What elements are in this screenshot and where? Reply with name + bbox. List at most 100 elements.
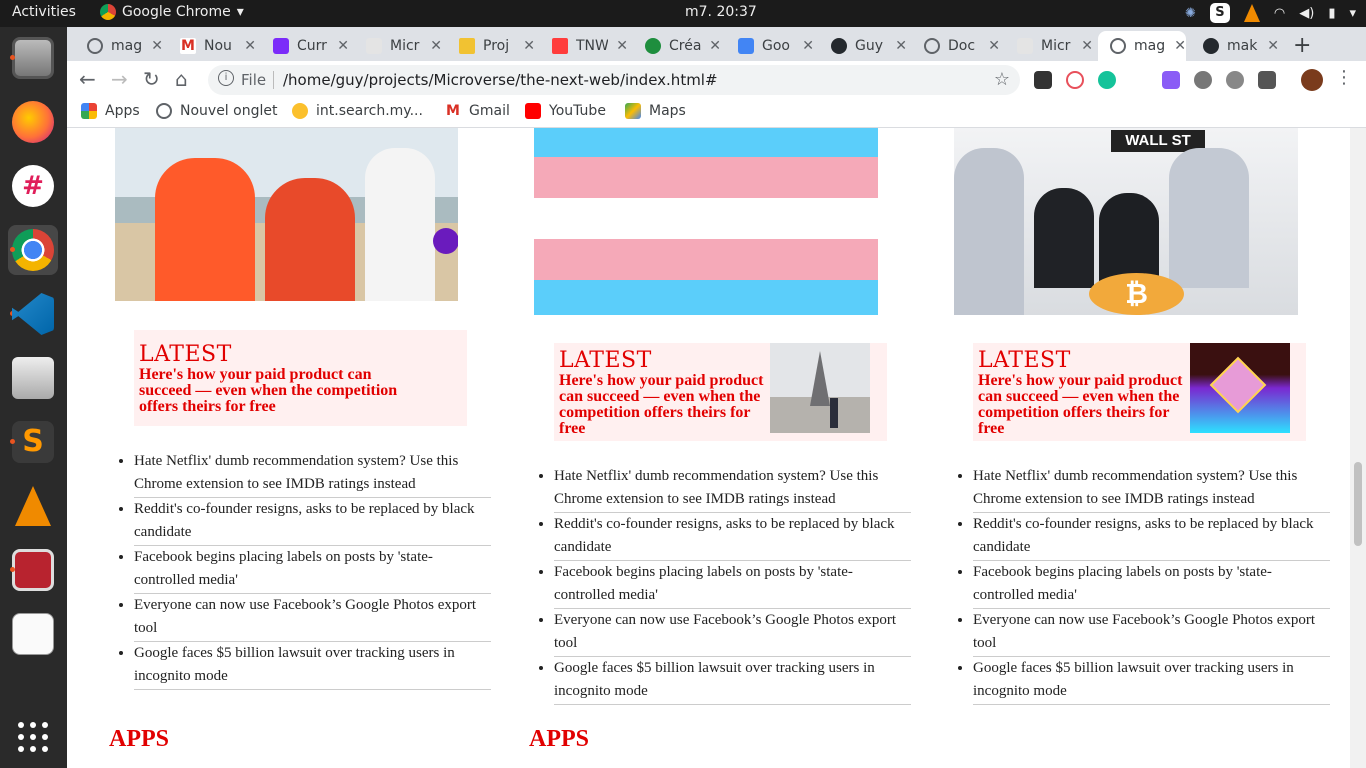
- skype-icon[interactable]: S: [1209, 3, 1230, 23]
- list-item[interactable]: Reddit's co-founder resigns, asks to be …: [554, 513, 911, 561]
- dock-item-sublime[interactable]: S: [8, 417, 58, 467]
- chevron-down-icon[interactable]: ▾: [1349, 6, 1356, 21]
- list-item[interactable]: Google faces $5 billion lawsuit over tra…: [973, 657, 1330, 705]
- info-icon[interactable]: i: [218, 70, 234, 86]
- forward-button[interactable]: →: [111, 67, 128, 91]
- close-icon[interactable]: ✕: [151, 38, 163, 54]
- tab[interactable]: mak ✕: [1191, 31, 1279, 61]
- close-icon[interactable]: ✕: [523, 38, 535, 54]
- dock-item-files[interactable]: [8, 33, 58, 83]
- extension-icon[interactable]: [1034, 71, 1052, 89]
- close-icon[interactable]: ✕: [430, 38, 442, 54]
- dock-item-firefox[interactable]: [8, 97, 58, 147]
- clock[interactable]: m7. 20:37: [685, 4, 757, 20]
- avatar[interactable]: [1301, 69, 1323, 91]
- app-menu[interactable]: Google Chrome ▾: [100, 4, 244, 20]
- list-item[interactable]: Facebook begins placing labels on posts …: [973, 561, 1330, 609]
- check-icon[interactable]: [1226, 71, 1244, 89]
- latest-headline[interactable]: Here's how your paid product can succeed…: [559, 373, 769, 437]
- crystal-thumbnail[interactable]: [1190, 343, 1290, 433]
- tab[interactable]: TNW ✕: [540, 31, 628, 61]
- close-icon[interactable]: ✕: [1267, 38, 1279, 54]
- reload-button[interactable]: ↻: [143, 67, 160, 91]
- list-item[interactable]: Everyone can now use Facebook’s Google P…: [134, 594, 491, 642]
- extension-icon[interactable]: [1066, 71, 1084, 89]
- tab[interactable]: Créa ✕: [633, 31, 721, 61]
- list-item[interactable]: Google faces $5 billion lawsuit over tra…: [134, 642, 491, 690]
- volume-icon[interactable]: ◀): [1299, 6, 1314, 21]
- list-item[interactable]: Google faces $5 billion lawsuit over tra…: [554, 657, 911, 705]
- dock-item-vlc[interactable]: [8, 481, 58, 531]
- address-bar[interactable]: i File /home/guy/projects/Microverse/the…: [208, 65, 1020, 95]
- dock-item-camera[interactable]: [8, 353, 58, 403]
- close-icon[interactable]: ✕: [1081, 38, 1093, 54]
- close-icon[interactable]: ✕: [895, 38, 907, 54]
- list-item[interactable]: Everyone can now use Facebook’s Google P…: [973, 609, 1330, 657]
- bookmark-search[interactable]: int.search.my...: [292, 103, 423, 119]
- wifi-icon[interactable]: ◠: [1274, 6, 1285, 21]
- dock-item-text-editor[interactable]: [8, 609, 58, 659]
- new-tab-button[interactable]: +: [1293, 33, 1311, 58]
- bug-icon[interactable]: [1194, 71, 1212, 89]
- tab[interactable]: Doc ✕: [912, 31, 1000, 61]
- article-photo[interactable]: WALL ST ₿: [954, 128, 1298, 315]
- activities-button[interactable]: Activities: [12, 4, 76, 20]
- close-icon[interactable]: ✕: [337, 38, 349, 54]
- latest-card[interactable]: LATEST Here's how your paid product can …: [554, 343, 887, 441]
- bookmark-apps[interactable]: Apps: [81, 103, 140, 119]
- dock-item-slack[interactable]: #: [8, 161, 58, 211]
- scrollbar-thumb[interactable]: [1354, 462, 1362, 546]
- tab[interactable]: M Nou ✕: [168, 31, 256, 61]
- list-item[interactable]: Facebook begins placing labels on posts …: [554, 561, 911, 609]
- list-item[interactable]: Everyone can now use Facebook’s Google P…: [554, 609, 911, 657]
- extension-icon[interactable]: [1258, 71, 1276, 89]
- tab[interactable]: Micr ✕: [1005, 31, 1093, 61]
- system-tray[interactable]: ✺ S ◠ ◀) ▮ ▾: [1185, 3, 1356, 23]
- list-item[interactable]: Reddit's co-founder resigns, asks to be …: [134, 498, 491, 546]
- list-item[interactable]: Hate Netflix' dumb recommendation system…: [554, 465, 911, 513]
- close-icon[interactable]: ✕: [802, 38, 814, 54]
- tab[interactable]: Curr ✕: [261, 31, 349, 61]
- url-text[interactable]: /home/guy/projects/Microverse/the-next-w…: [283, 71, 718, 89]
- back-button[interactable]: ←: [79, 67, 96, 91]
- bookmark-star-icon[interactable]: ☆: [994, 69, 1010, 90]
- battery-icon[interactable]: ▮: [1328, 6, 1335, 21]
- bookmark-new-tab[interactable]: Nouvel onglet: [156, 103, 277, 119]
- tab[interactable]: Guy ✕: [819, 31, 907, 61]
- close-icon[interactable]: ✕: [709, 38, 721, 54]
- page-scrollbar[interactable]: [1350, 128, 1366, 768]
- latest-headline[interactable]: Here's how your paid product can succeed…: [978, 373, 1188, 437]
- list-item[interactable]: Facebook begins placing labels on posts …: [134, 546, 491, 594]
- tab[interactable]: mag ✕: [75, 31, 163, 61]
- weather-icon[interactable]: ✺: [1185, 6, 1196, 21]
- dock-item-vscode[interactable]: [8, 289, 58, 339]
- bookmark-gmail[interactable]: M Gmail: [445, 103, 510, 119]
- latest-card[interactable]: LATEST Here's how your paid product can …: [973, 343, 1306, 441]
- dock-item-chrome[interactable]: [8, 225, 58, 275]
- extension-icon[interactable]: [1162, 71, 1180, 89]
- tab[interactable]: Goo ✕: [726, 31, 814, 61]
- menu-icon[interactable]: ⋮: [1335, 67, 1353, 88]
- article-photo[interactable]: [115, 128, 458, 301]
- latest-card[interactable]: LATEST Here's how your paid product can …: [134, 330, 467, 426]
- bookmark-youtube[interactable]: YouTube: [525, 103, 606, 119]
- grammarly-icon[interactable]: [1098, 71, 1116, 89]
- list-item[interactable]: Hate Netflix' dumb recommendation system…: [134, 450, 491, 498]
- dock-item-terminal[interactable]: [8, 545, 58, 595]
- vlc-tray-icon[interactable]: [1243, 4, 1260, 22]
- tab-active[interactable]: mag ✕: [1098, 31, 1186, 61]
- close-icon[interactable]: ✕: [616, 38, 628, 54]
- article-photo[interactable]: [534, 128, 878, 315]
- list-item[interactable]: Reddit's co-founder resigns, asks to be …: [973, 513, 1330, 561]
- list-item[interactable]: Hate Netflix' dumb recommendation system…: [973, 465, 1330, 513]
- home-button[interactable]: ⌂: [175, 67, 188, 91]
- show-applications-button[interactable]: [8, 712, 58, 762]
- latest-headline[interactable]: Here's how your paid product can succeed…: [139, 367, 409, 415]
- tab[interactable]: Proj ✕: [447, 31, 535, 61]
- eiffel-tower-thumbnail[interactable]: [770, 343, 870, 433]
- bookmark-maps[interactable]: Maps: [625, 103, 686, 119]
- tab[interactable]: Micr ✕: [354, 31, 442, 61]
- close-icon[interactable]: ✕: [1174, 38, 1186, 54]
- close-icon[interactable]: ✕: [244, 38, 256, 54]
- close-icon[interactable]: ✕: [988, 38, 1000, 54]
